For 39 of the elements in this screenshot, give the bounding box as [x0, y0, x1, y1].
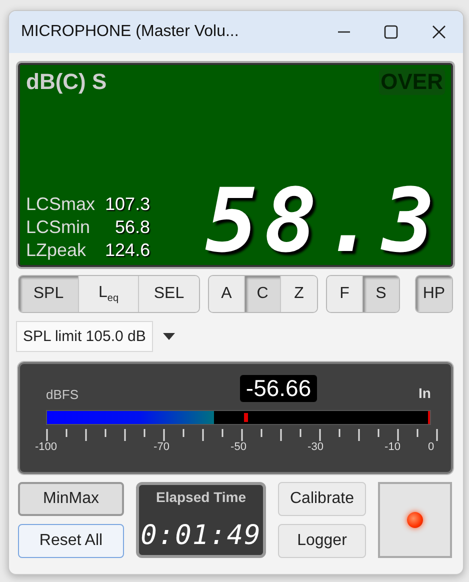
mode-button[interactable]: F — [327, 276, 363, 312]
stat-value: 107.3 — [105, 194, 150, 215]
scale-label: 0 — [428, 441, 434, 453]
minmax-button[interactable]: MinMax — [18, 482, 124, 516]
calibrate-button[interactable]: Calibrate — [278, 482, 366, 516]
channel-label: In — [418, 384, 431, 401]
sound-level-reading: 58.3 — [205, 179, 441, 263]
mode-button[interactable]: L$_{eq}$ — [79, 276, 139, 312]
reset-all-button[interactable]: Reset All — [18, 524, 124, 558]
mode-button[interactable]: Z — [281, 276, 317, 312]
mode-button[interactable]: C — [245, 276, 281, 312]
scale-label: -50 — [230, 441, 246, 453]
elapsed-time: 0:01:49 — [140, 520, 262, 551]
record-button[interactable] — [378, 482, 452, 558]
maximize-icon[interactable] — [384, 25, 398, 39]
logger-button[interactable]: Logger — [278, 524, 366, 558]
close-icon[interactable] — [432, 25, 446, 39]
meter-unit: dBFS — [46, 386, 79, 402]
mode-button[interactable]: S — [363, 276, 399, 312]
stat-label: LCSmin — [26, 217, 92, 238]
mode-button[interactable]: SPL — [19, 276, 79, 312]
stat-value: 56.8 — [114, 217, 150, 238]
scale-label: -30 — [308, 441, 324, 453]
mode-button[interactable]: A — [209, 276, 245, 312]
elapsed-time-label: Elapsed Time — [156, 489, 246, 505]
mode-button[interactable]: HP — [416, 276, 452, 312]
limit-dropdown[interactable]: SPL limit 105.0 dB — [16, 321, 153, 352]
scale-label: -100 — [34, 441, 58, 453]
weighting-label: dB(C) S — [26, 69, 107, 95]
scale-label: -10 — [384, 441, 400, 453]
window-title: MICROPHONE (Master Volu... — [21, 23, 240, 41]
scale-label: -70 — [154, 441, 170, 453]
clip-marker — [428, 411, 430, 424]
dropdown-caret-icon[interactable] — [162, 332, 175, 340]
mode-button[interactable]: SEL — [139, 276, 199, 312]
stat-label: LZpeak — [26, 240, 88, 261]
stat-label: LCSmax — [26, 194, 96, 215]
meter-reading: -56.66 — [240, 374, 318, 402]
stat-value: 124.6 — [105, 240, 150, 261]
